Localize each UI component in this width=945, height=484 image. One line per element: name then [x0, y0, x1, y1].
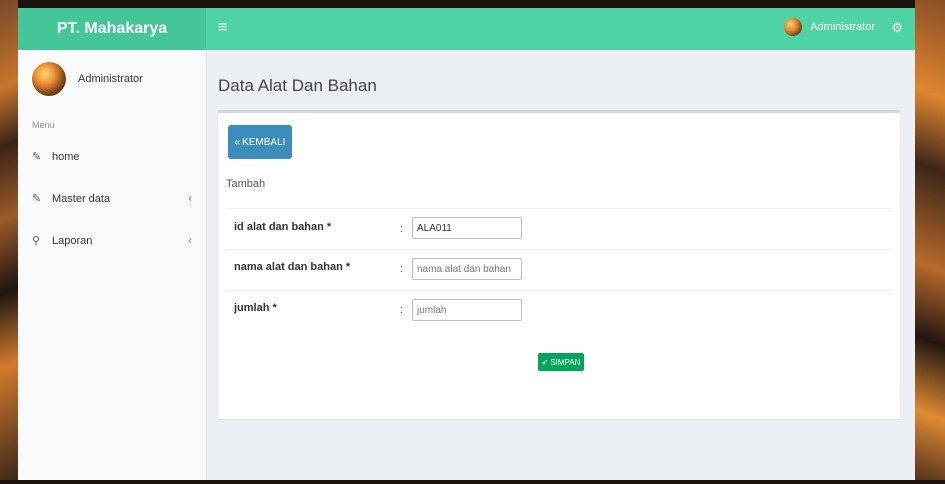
- sidebar-user-name: Administrator: [78, 73, 143, 85]
- desktop-edge-bottom: [0, 480, 945, 484]
- field-colon: :: [400, 263, 404, 275]
- divider: [226, 249, 892, 250]
- field-label-id: id alat dan bahan *: [234, 221, 332, 233]
- brand-logo[interactable]: PT. Mahakarya: [18, 8, 206, 50]
- sidebar-item-label: home: [52, 150, 80, 163]
- header-user-name: Administrator: [810, 21, 875, 33]
- form-box: « KEMBALI Tambah id alat dan bahan * : n…: [218, 110, 900, 419]
- check-icon: ✔: [541, 357, 549, 367]
- sidebar: Administrator Menu ✎ home ✎ Master data …: [18, 50, 207, 480]
- double-chevron-left-icon: «: [234, 136, 241, 148]
- sitemap-icon: ⚲: [32, 235, 41, 247]
- field-colon: :: [400, 223, 404, 235]
- edit-icon: ✎: [32, 193, 42, 205]
- back-button[interactable]: « KEMBALI: [228, 125, 292, 159]
- box-subtitle: Tambah: [226, 178, 266, 190]
- app-window: PT. Mahakarya ≡ Administrator ⚙ Administ…: [18, 8, 915, 480]
- id-alat-input[interactable]: [412, 217, 522, 239]
- user-panel: Administrator: [32, 62, 143, 96]
- sidebar-item-laporan[interactable]: ⚲ Laporan ‹: [32, 234, 192, 248]
- jumlah-input[interactable]: [412, 299, 522, 321]
- menu-header: Menu: [32, 120, 55, 130]
- sidebar-item-home[interactable]: ✎ home: [32, 150, 192, 164]
- chevron-left-icon: ‹: [188, 192, 192, 205]
- field-label-nama: nama alat dan bahan *: [234, 261, 351, 273]
- edit-icon: ✎: [32, 151, 42, 163]
- user-menu[interactable]: Administrator: [784, 18, 875, 36]
- hamburger-icon[interactable]: ≡: [218, 19, 227, 37]
- sidebar-item-master-data[interactable]: ✎ Master data ‹: [32, 192, 192, 206]
- desktop-edge-top: [0, 0, 945, 8]
- back-button-label: KEMBALI: [242, 136, 286, 148]
- divider: [226, 208, 892, 209]
- desktop-wallpaper-right: [915, 0, 945, 484]
- nama-alat-input[interactable]: [412, 258, 522, 280]
- gears-icon[interactable]: ⚙: [891, 20, 903, 36]
- avatar: [32, 62, 66, 96]
- page-title: Data Alat Dan Bahan: [218, 76, 377, 95]
- sidebar-item-label: Master data: [52, 192, 111, 205]
- field-colon: :: [400, 304, 404, 316]
- chevron-left-icon: ‹: [188, 234, 192, 247]
- top-header: PT. Mahakarya ≡ Administrator ⚙: [18, 8, 915, 50]
- save-button[interactable]: ✔ SIMPAN: [538, 353, 584, 371]
- avatar: [784, 18, 803, 36]
- desktop-wallpaper-left: [0, 0, 18, 484]
- divider: [226, 290, 892, 291]
- save-button-label: SIMPAN: [550, 357, 581, 367]
- sidebar-item-label: Laporan: [52, 234, 93, 247]
- field-label-jumlah: jumlah *: [234, 302, 277, 314]
